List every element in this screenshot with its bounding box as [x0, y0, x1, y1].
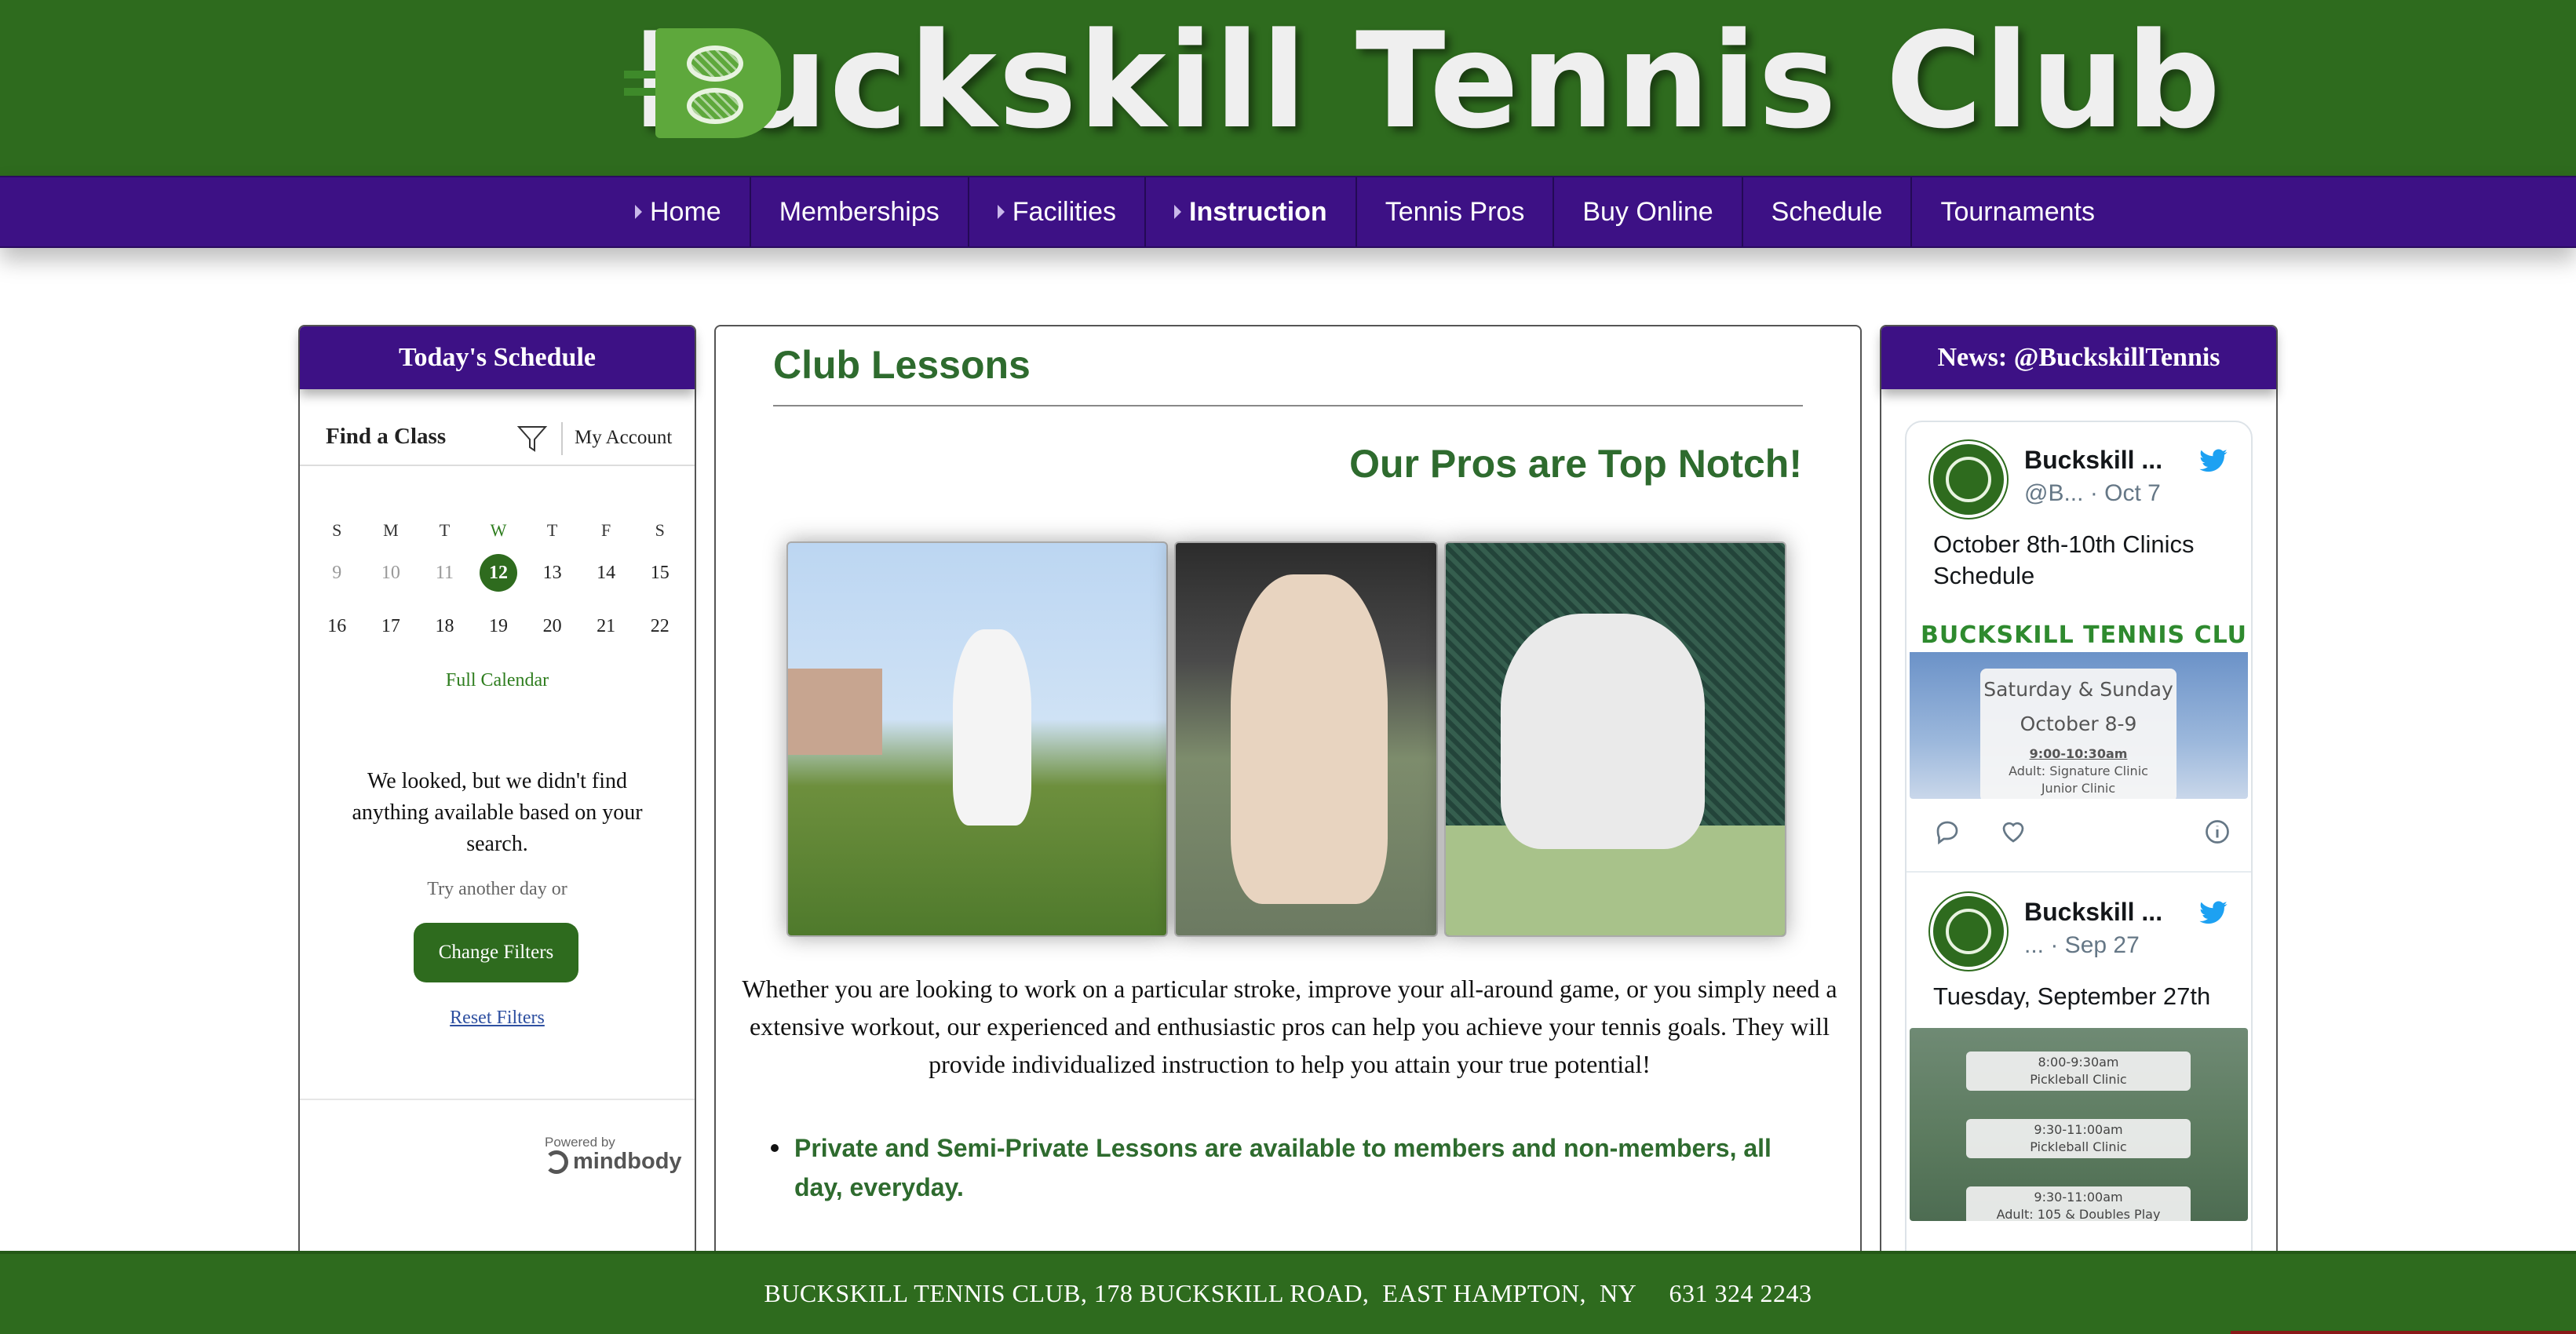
nav-item-facilities[interactable]: Facilities	[969, 177, 1147, 246]
main-content: Club Lessons Our Pros are Top Notch! Whe…	[714, 325, 1862, 1334]
nav-item-schedule[interactable]: Schedule	[1743, 177, 1913, 246]
schedule-panel: Today's Schedule Find a Class My Account…	[298, 325, 696, 1334]
caret-right-icon	[635, 205, 642, 219]
calendar-day-today[interactable]: 12	[472, 546, 526, 600]
calendar-day[interactable]: 18	[418, 600, 472, 653]
calendar-day[interactable]: 22	[633, 600, 687, 653]
full-calendar-link[interactable]: Full Calendar	[300, 670, 695, 691]
nav-item-memberships[interactable]: Memberships	[751, 177, 969, 246]
page-subtitle: Our Pros are Top Notch!	[1349, 442, 1802, 486]
powered-by-label: Powered by	[545, 1135, 615, 1150]
mindbody-logo[interactable]: mindbody	[545, 1149, 682, 1175]
tweet-text: Tuesday, September 27th	[1933, 982, 2211, 1010]
my-account-link[interactable]: My Account	[575, 427, 672, 449]
tweet-image[interactable]: 8:00-9:30am Pickleball Clinic 9:30-11:00…	[1910, 1028, 2248, 1221]
site-logo[interactable]: Buckskill Tennis Club	[624, 14, 2220, 148]
nav-item-instruction[interactable]: Instruction	[1146, 177, 1357, 246]
calendar-day[interactable]: 21	[579, 600, 633, 653]
tweet-author-name[interactable]: Buckskill ...	[2024, 446, 2162, 475]
calendar-week-row: 9 10 11 12 13 14 15	[310, 546, 687, 600]
calendar-day[interactable]: 13	[525, 546, 579, 600]
nav-item-home[interactable]: Home	[624, 177, 751, 246]
club-logo-banner: BUCKSKILL TENNIS CLUB	[1921, 621, 2248, 649]
twitter-bird-icon[interactable]	[2198, 901, 2229, 926]
tweet[interactable]: Buckskill ... @B... · Oct 7 October 8th-…	[1906, 422, 2251, 873]
site-footer: BUCKSKILL TENNIS CLUB, 178 BUCKSKILL ROA…	[0, 1251, 2576, 1334]
twitter-bird-icon[interactable]	[2198, 449, 2229, 474]
schedule-pill: 9:30-11:00am Adult: 105 & Doubles Play	[1966, 1186, 2191, 1221]
footer-address: BUCKSKILL TENNIS CLUB, 178 BUCKSKILL ROA…	[764, 1279, 1812, 1307]
avatar[interactable]	[1930, 441, 2007, 518]
calendar-week-row: 16 17 18 19 20 21 22	[310, 600, 687, 653]
backhand-photo	[1444, 541, 1786, 937]
try-another-text: Try another day or	[427, 879, 567, 899]
find-class-label: Find a Class	[326, 424, 447, 449]
weekday-label: T	[439, 520, 451, 540]
find-class-bar: Find a Class My Account	[300, 413, 695, 466]
divider	[300, 1099, 695, 1100]
intro-paragraph: Whether you are looking to work on a par…	[742, 975, 1837, 1078]
forehand-photo	[1174, 541, 1438, 937]
mini-calendar: S M T W T F S 9 10 11 12 13 14 15 16 17 …	[310, 515, 687, 653]
schedule-pill: 8:00-9:30am Pickleball Clinic	[1966, 1052, 2191, 1091]
calendar-day[interactable]: 17	[364, 600, 418, 653]
weekday-label-today: W	[490, 520, 507, 540]
caret-right-icon	[1174, 205, 1182, 219]
title-divider	[773, 405, 1803, 406]
reset-filters-link[interactable]: Reset Filters	[300, 1008, 695, 1029]
reply-icon[interactable]	[1933, 818, 1961, 846]
filter-icon[interactable]	[516, 422, 549, 455]
avatar[interactable]	[1930, 893, 2007, 970]
weekday-label: T	[546, 520, 558, 540]
tweet-image[interactable]: BUCKSKILL TENNIS CLUB Saturday & Sunday …	[1910, 611, 2248, 799]
schedule-panel-title: Today's Schedule	[300, 326, 695, 389]
calendar-day[interactable]: 14	[579, 546, 633, 600]
today-marker: 12	[480, 554, 518, 592]
weekday-label: S	[332, 520, 342, 540]
news-panel-title: News: @BuckskillTennis	[1881, 326, 2276, 389]
calendar-day: 11	[435, 563, 454, 583]
calendar-day[interactable]: 20	[525, 600, 579, 653]
tweet-actions	[1933, 818, 2231, 849]
calendar-weekday-row: S M T W T F S	[310, 515, 687, 546]
tweet-text: October 8th-10th Clinics Schedule	[1933, 530, 2195, 589]
tweet-handle-date: ... · Sep 27	[2024, 932, 2140, 958]
nav-item-tournaments[interactable]: Tournaments	[1912, 177, 2123, 246]
serve-photo	[786, 541, 1168, 937]
mindbody-icon	[545, 1150, 568, 1174]
nav-item-buy-online[interactable]: Buy Online	[1554, 177, 1743, 246]
nav-item-tennis-pros[interactable]: Tennis Pros	[1357, 177, 1555, 246]
no-results-message: We looked, but we didn't find anything a…	[352, 769, 643, 856]
site-header: Buckskill Tennis Club	[0, 0, 2576, 176]
weekday-label: F	[601, 520, 611, 540]
photo-strip	[786, 541, 1793, 939]
schedule-card: Saturday & Sunday October 8-9 9:00-10:30…	[1980, 669, 2176, 799]
calendar-day[interactable]: 19	[472, 600, 526, 653]
logo-text: Buckskill Tennis Club	[632, 4, 2223, 158]
weekday-label: M	[383, 520, 399, 540]
tweet-author-name[interactable]: Buckskill ...	[2024, 898, 2162, 927]
caret-right-icon	[997, 205, 1005, 219]
divider	[561, 422, 563, 455]
change-filters-button[interactable]: Change Filters	[414, 923, 578, 982]
schedule-pill: 9:30-11:00am Pickleball Clinic	[1966, 1119, 2191, 1158]
tweet-handle-date: @B... · Oct 7	[2024, 480, 2161, 506]
footer-accent-bar	[2231, 1331, 2576, 1334]
calendar-day: 9	[332, 563, 342, 583]
page-title: Club Lessons	[773, 343, 1031, 387]
like-heart-icon[interactable]	[1999, 818, 2027, 846]
calendar-day[interactable]: 15	[633, 546, 687, 600]
info-icon[interactable]	[2203, 818, 2231, 846]
twitter-timeline[interactable]: Buckskill ... @B... · Oct 7 October 8th-…	[1905, 421, 2253, 1331]
news-panel: News: @BuckskillTennis Buckskill ... @B.…	[1880, 325, 2278, 1334]
calendar-day: 10	[381, 563, 400, 583]
weekday-label: S	[655, 520, 665, 540]
list-item: Private and Semi-Private Lessons are ava…	[771, 1128, 1815, 1207]
calendar-day[interactable]: 16	[310, 600, 364, 653]
main-nav: Home Memberships Facilities Instruction …	[0, 176, 2576, 248]
